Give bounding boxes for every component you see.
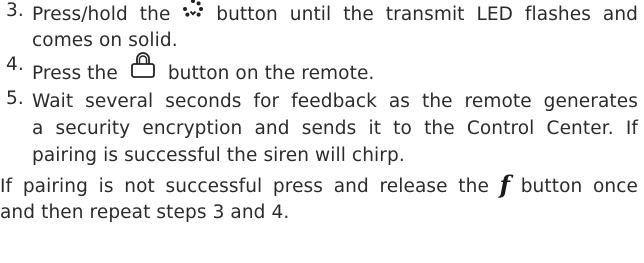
step-number: 5.	[6, 88, 24, 109]
step-text-line: Wait several seconds for feedback as the…	[32, 88, 638, 115]
instruction-document: 3. Press/hold the button until the trans…	[0, 0, 644, 226]
step-text-line: Press/hold the button until the transmit…	[32, 0, 638, 27]
step-text: button on the remote.	[167, 63, 375, 84]
step-4: 4. Press the button on the remote.	[0, 51, 644, 91]
step-number: 3.	[6, 0, 24, 21]
dotted-rotate-icon	[182, 0, 204, 28]
step-text: comes on solid.	[32, 30, 178, 51]
step-text-line: a security encryption and sends it to th…	[32, 115, 638, 142]
note-text: If pairing is not successful press and r…	[0, 176, 489, 197]
note-text-line: and then repeat steps 3 and 4.	[0, 199, 644, 226]
step-3: 3. Press/hold the button until the trans…	[0, 0, 644, 54]
step-text-line: comes on solid.	[32, 27, 644, 54]
note-text-line: If pairing is not successful press and r…	[0, 169, 638, 199]
step-text: Press/hold the	[32, 4, 171, 25]
step-5: 5. Wait several seconds for feedback as …	[0, 88, 644, 169]
step-text: a security encryption and sends it to th…	[32, 118, 638, 139]
padlock-icon	[130, 51, 156, 91]
note-text: and then repeat steps 3 and 4.	[0, 202, 290, 223]
step-text: Wait several seconds for feedback as the…	[32, 91, 638, 112]
retry-note: If pairing is not successful press and r…	[0, 169, 644, 226]
step-number: 4.	[6, 54, 24, 75]
note-text: button once	[520, 176, 638, 197]
step-text: pairing is successful the siren will chi…	[32, 145, 405, 166]
step-text: Press the	[32, 63, 118, 84]
step-text-line: pairing is successful the siren will chi…	[32, 142, 644, 169]
step-text-line: Press the button on the remote.	[32, 51, 644, 91]
step-text: button until the transmit LED flashes an…	[216, 4, 638, 25]
function-f-icon: f	[499, 170, 511, 199]
